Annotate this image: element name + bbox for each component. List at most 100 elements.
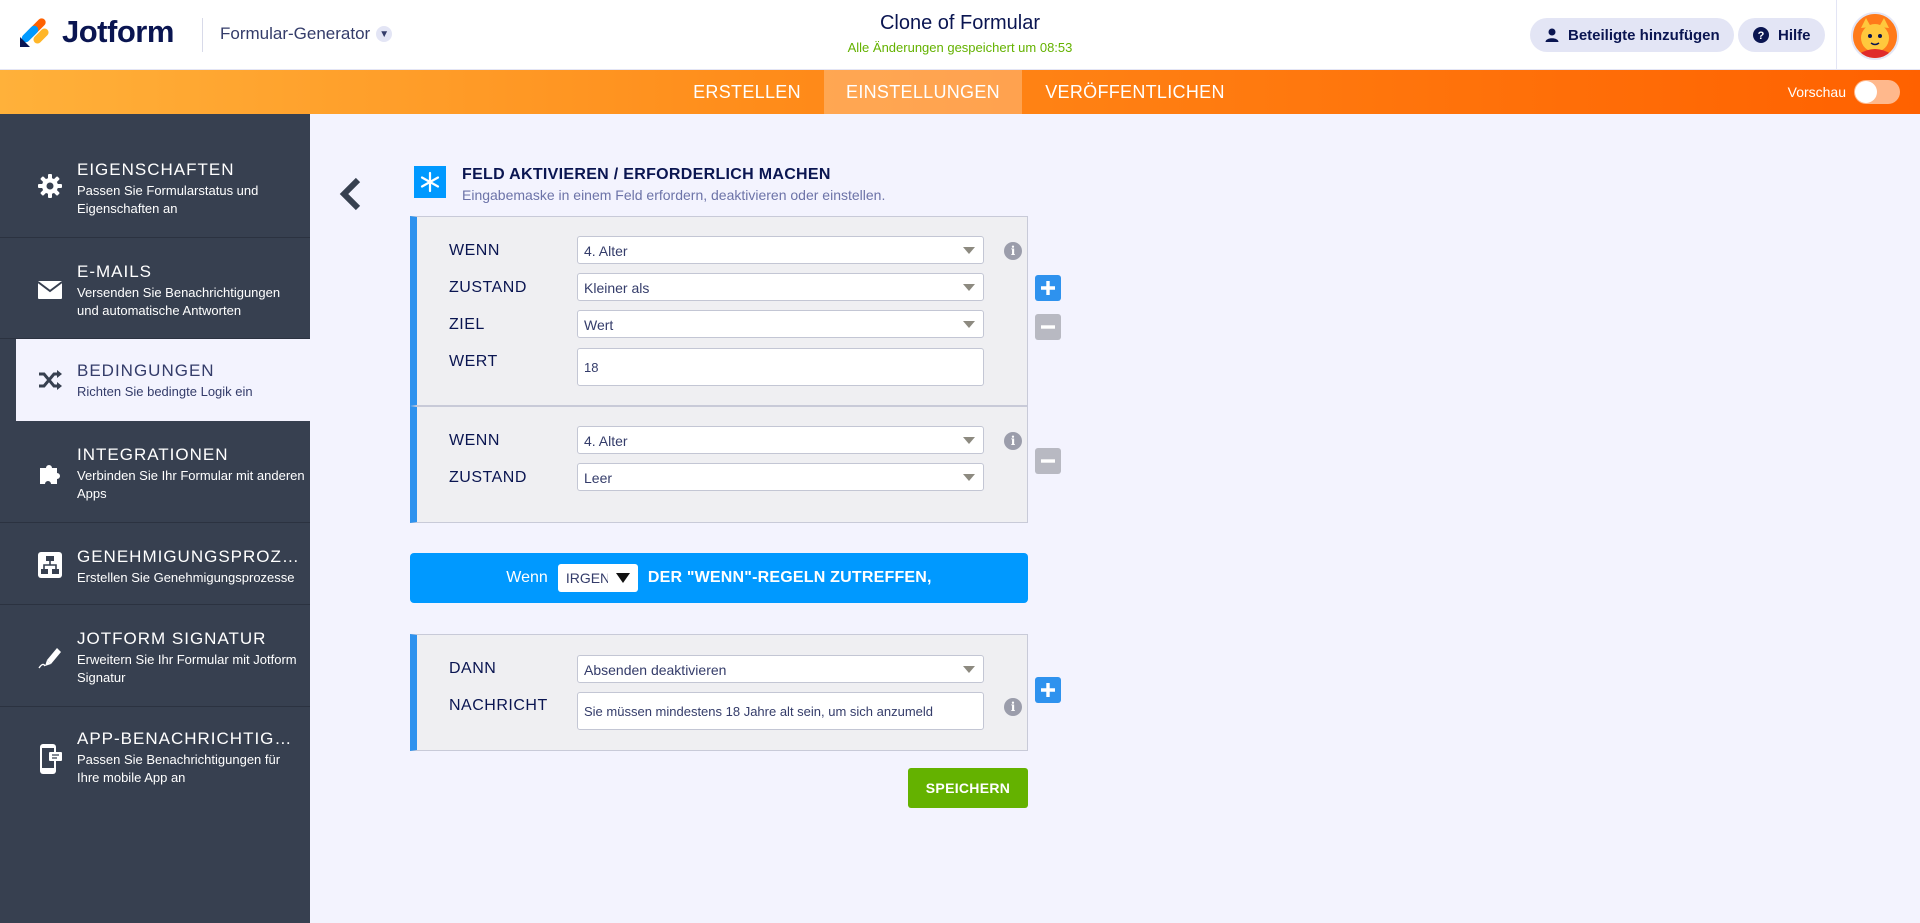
avatar[interactable] xyxy=(1851,12,1899,60)
preview-toggle-group: Vorschau xyxy=(1788,70,1900,114)
help-label: Hilfe xyxy=(1778,26,1811,44)
match-type-select[interactable]: IRGENDEINE xyxy=(557,564,638,592)
select-value: 4. Alter xyxy=(584,243,628,259)
sidebar-item-app-benachrichtigung[interactable]: APP-BENACHRICHTIGUNG Passen Sie Benachri… xyxy=(0,707,310,807)
match-rules-bar: Wenn IRGENDEINE DER "WENN"-REGELN ZUTREF… xyxy=(410,553,1028,603)
add-rule-button[interactable] xyxy=(1035,275,1061,301)
info-icon[interactable]: i xyxy=(1004,698,1022,716)
sidebar-item-title: EIGENSCHAFTEN xyxy=(77,160,235,179)
minus-icon xyxy=(1041,459,1055,463)
if-label: WENN xyxy=(449,432,500,449)
back-button[interactable] xyxy=(336,176,366,212)
sidebar-item-eigenschaften[interactable]: EIGENSCHAFTEN Passen Sie Formularstatus … xyxy=(0,114,310,238)
condition-subtitle: Eingabemaske in einem Feld erfordern, de… xyxy=(462,187,886,203)
add-action-button[interactable] xyxy=(1035,677,1061,703)
sidebar-item-title: E-MAILS xyxy=(77,262,153,281)
user-icon xyxy=(1545,28,1559,42)
top-header: Jotform Formular-Generator ▼ Clone of Fo… xyxy=(0,0,1920,70)
mobile-icon xyxy=(36,744,64,774)
toggle-knob xyxy=(1855,81,1877,103)
builder-menu-dropdown[interactable]: Formular-Generator ▼ xyxy=(220,24,393,44)
tab-erstellen[interactable]: ERSTELLEN xyxy=(678,70,816,114)
gear-icon xyxy=(36,172,64,200)
info-icon[interactable]: i xyxy=(1004,242,1022,260)
remove-rule-button[interactable] xyxy=(1035,314,1061,340)
state-label: ZUSTAND xyxy=(449,279,527,296)
caret-down-icon xyxy=(963,321,975,328)
add-collaborators-button[interactable]: Beteiligte hinzufügen xyxy=(1530,18,1734,52)
action-select[interactable]: Absenden deaktivieren xyxy=(577,655,984,683)
form-title[interactable]: Clone of Formular xyxy=(760,12,1160,35)
match-suffix: DER "WENN"-REGELN ZUTREFFEN, xyxy=(647,569,932,586)
jotform-logo[interactable]: Jotform xyxy=(18,14,174,50)
action-box: DANN Absenden deaktivieren NACHRICHT Sie… xyxy=(410,634,1028,751)
sidebar-item-desc: Passen Sie Benachrichtigungen für Ihre m… xyxy=(77,752,281,785)
select-value: Wert xyxy=(584,317,614,333)
sidebar-item-title: INTEGRATIONEN xyxy=(77,445,229,464)
caret-down-icon xyxy=(963,437,975,444)
message-input[interactable]: Sie müssen mindestens 18 Jahre alt sein,… xyxy=(577,692,984,730)
select-value: Leer xyxy=(584,470,613,486)
question-circle-icon: ? xyxy=(1753,27,1769,43)
sidebar-item-genehmigung[interactable]: GENEHMIGUNGSPROZES... Erstellen Sie Gene… xyxy=(0,523,310,605)
select-value: 4. Alter xyxy=(584,433,628,449)
brand-name: Jotform xyxy=(62,14,174,49)
save-status: Alle Änderungen gespeichert um 08:53 xyxy=(847,40,1073,55)
sidebar-item-bedingungen[interactable]: BEDINGUNGEN Richten Sie bedingte Logik e… xyxy=(16,339,310,421)
target-label: ZIEL xyxy=(449,316,485,333)
if-label: WENN xyxy=(449,242,500,259)
flow-icon xyxy=(36,551,64,579)
svg-text:?: ? xyxy=(1758,30,1765,42)
pen-icon xyxy=(36,643,64,671)
caret-down-icon xyxy=(963,666,975,673)
caret-down-icon xyxy=(615,573,630,583)
sidebar-item-desc: Passen Sie Formularstatus und Eigenschaf… xyxy=(77,183,259,216)
sidebar-item-signatur[interactable]: JOTFORM SIGNATUR Erweitern Sie Ihr Formu… xyxy=(0,605,310,707)
puzzle-icon xyxy=(36,459,64,487)
sidebar-item-title: GENEHMIGUNGSPROZES... xyxy=(77,547,302,566)
rule-box-2: WENN 4. Alter i ZUSTAND Leer xyxy=(410,406,1028,523)
state-select[interactable]: Leer xyxy=(577,463,984,491)
select-value: IRGENDEINE xyxy=(565,570,608,586)
avatar-face-icon xyxy=(1853,14,1897,58)
tab-veroeffentlichen[interactable]: VERÖFFENTLICHEN xyxy=(1030,70,1240,114)
add-collaborators-label: Beteiligte hinzufügen xyxy=(1568,26,1720,44)
state-select[interactable]: Kleiner als xyxy=(577,273,984,301)
minus-icon xyxy=(1041,325,1055,329)
caret-down-icon xyxy=(963,474,975,481)
preview-label: Vorschau xyxy=(1787,84,1846,100)
value-input[interactable]: 18 xyxy=(577,348,984,386)
sidebar-item-desc: Erweitern Sie Ihr Formular mit Jotform S… xyxy=(77,652,297,685)
jotform-logo-icon xyxy=(20,18,49,47)
chevron-down-icon: ▼ xyxy=(376,26,393,42)
help-button[interactable]: ? Hilfe xyxy=(1738,18,1825,52)
sidebar-item-emails[interactable]: E-MAILS Versenden Sie Benachrichtigungen… xyxy=(0,238,310,339)
builder-menu-label: Formular-Generator xyxy=(220,24,371,43)
remove-rule-button[interactable] xyxy=(1035,448,1061,474)
select-value: Absenden deaktivieren xyxy=(584,662,727,678)
sidebar-item-desc: Richten Sie bedingte Logik ein xyxy=(77,384,253,399)
save-button[interactable]: SPEICHERN xyxy=(908,768,1028,808)
message-label: NACHRICHT xyxy=(449,697,548,714)
match-prefix: Wenn xyxy=(506,569,548,586)
preview-toggle[interactable] xyxy=(1854,80,1900,104)
sidebar-item-desc: Verbinden Sie Ihr Formular mit anderen A… xyxy=(77,468,305,501)
if-field-select[interactable]: 4. Alter xyxy=(577,426,984,454)
plus-icon xyxy=(1041,281,1055,295)
asterisk-icon xyxy=(414,166,446,198)
rule-box-1: WENN 4. Alter i ZUSTAND Kleiner als ZIEL… xyxy=(410,216,1028,406)
header-divider xyxy=(202,18,203,52)
target-select[interactable]: Wert xyxy=(577,310,984,338)
tab-einstellungen[interactable]: EINSTELLUNGEN xyxy=(824,70,1022,114)
plus-icon xyxy=(1041,683,1055,697)
if-field-select[interactable]: 4. Alter xyxy=(577,236,984,264)
state-label: ZUSTAND xyxy=(449,469,527,486)
select-value: Kleiner als xyxy=(584,280,650,296)
caret-down-icon xyxy=(963,247,975,254)
builder-navbar: ERSTELLEN EINSTELLUNGEN VERÖFFENTLICHEN … xyxy=(0,70,1920,114)
condition-title: FELD AKTIVIEREN / ERFORDERLICH MACHEN xyxy=(462,166,831,183)
caret-down-icon xyxy=(963,284,975,291)
sidebar-item-integrationen[interactable]: INTEGRATIONEN Verbinden Sie Ihr Formular… xyxy=(0,421,310,523)
value-label: WERT xyxy=(449,353,498,370)
info-icon[interactable]: i xyxy=(1004,432,1022,450)
